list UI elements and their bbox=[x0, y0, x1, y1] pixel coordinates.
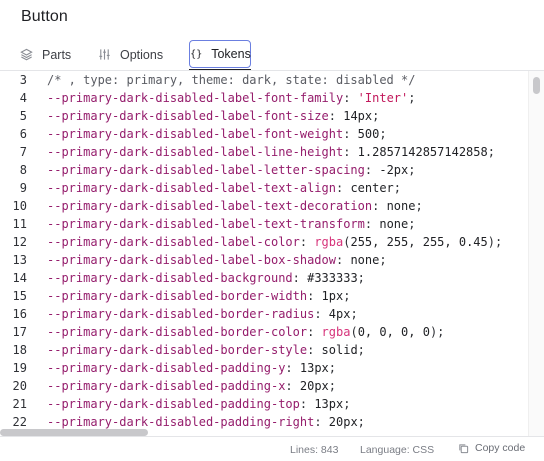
copy-code-button[interactable]: Copy code bbox=[458, 442, 525, 454]
code-text: --primary-dark-disabled-border-radius: 4… bbox=[47, 307, 358, 321]
code-text: --primary-dark-disabled-label-text-trans… bbox=[47, 217, 416, 231]
code-text: /* , type: primary, theme: dark, state: … bbox=[47, 73, 416, 87]
line-number: 9 bbox=[19, 181, 27, 195]
code-text: --primary-dark-disabled-label-box-shadow… bbox=[47, 253, 387, 267]
code-text: --primary-dark-disabled-background: #333… bbox=[47, 271, 365, 285]
code-text: --primary-dark-disabled-label-text-decor… bbox=[47, 199, 423, 213]
line-number: 10 bbox=[12, 199, 27, 213]
line-number: 16 bbox=[12, 307, 27, 321]
tab-tokens-label: Tokens bbox=[211, 47, 251, 61]
line-number: 4 bbox=[19, 91, 27, 105]
line-number: 5 bbox=[19, 109, 27, 123]
line-count: Lines: 843 bbox=[290, 444, 339, 456]
line-number: 17 bbox=[12, 325, 27, 339]
tab-tokens[interactable]: {} Tokens bbox=[189, 40, 251, 68]
line-number: 13 bbox=[12, 253, 27, 267]
copy-icon bbox=[458, 443, 469, 454]
page-title: Button bbox=[21, 8, 68, 25]
language-label: Language: CSS bbox=[360, 444, 435, 456]
code-text: --primary-dark-disabled-border-width: 1p… bbox=[47, 289, 351, 303]
code-text: --primary-dark-disabled-padding-y: 13px; bbox=[47, 361, 337, 375]
status-bar: Lines: 843 Language: CSS Copy code bbox=[0, 436, 544, 461]
line-number: 21 bbox=[12, 397, 27, 411]
line-number: 12 bbox=[12, 235, 27, 249]
tab-parts-label: Parts bbox=[42, 47, 72, 62]
vertical-scroll-thumb[interactable] bbox=[533, 77, 540, 94]
line-number: 7 bbox=[19, 145, 27, 159]
tab-parts[interactable]: Parts bbox=[19, 40, 71, 69]
line-number: 3 bbox=[19, 73, 27, 87]
code-text: --primary-dark-disabled-border-color: rg… bbox=[47, 325, 445, 339]
line-number: 6 bbox=[19, 127, 27, 141]
tab-bar: Parts Options {} Tokens bbox=[0, 40, 544, 71]
horizontal-scroll-thumb[interactable] bbox=[0, 429, 148, 436]
code-text: --primary-dark-disabled-border-style: so… bbox=[47, 343, 365, 357]
code-text: --primary-dark-disabled-padding-x: 20px; bbox=[47, 379, 337, 393]
code-text: --primary-dark-disabled-label-color: rgb… bbox=[47, 235, 503, 249]
line-number: 18 bbox=[12, 343, 27, 357]
code-text: --primary-dark-disabled-label-line-heigh… bbox=[47, 145, 495, 159]
copy-code-label: Copy code bbox=[475, 442, 526, 454]
line-number: 11 bbox=[12, 217, 27, 231]
code-text: --primary-dark-disabled-label-text-align… bbox=[47, 181, 402, 195]
braces-icon: {} bbox=[190, 48, 203, 60]
code-text: --primary-dark-disabled-label-letter-spa… bbox=[47, 163, 416, 177]
line-number: 8 bbox=[19, 163, 27, 177]
tab-options[interactable]: Options bbox=[97, 40, 163, 69]
code-text: --primary-dark-disabled-label-font-famil… bbox=[47, 91, 416, 105]
sliders-icon bbox=[97, 48, 111, 62]
tab-options-label: Options bbox=[120, 47, 164, 62]
line-number: 20 bbox=[12, 379, 27, 393]
line-number: 14 bbox=[12, 271, 27, 285]
line-number: 15 bbox=[12, 289, 27, 303]
code-text: --primary-dark-disabled-label-font-weigh… bbox=[47, 127, 387, 141]
code-text: --primary-dark-disabled-padding-top: 13p… bbox=[47, 397, 351, 411]
code-text: --primary-dark-disabled-label-font-size:… bbox=[47, 109, 380, 123]
vertical-scrollbar[interactable] bbox=[528, 71, 544, 436]
code-editor[interactable]: 3 /* , type: primary, theme: dark, state:… bbox=[0, 70, 544, 436]
line-number: 19 bbox=[12, 361, 27, 375]
layers-icon bbox=[19, 48, 33, 62]
